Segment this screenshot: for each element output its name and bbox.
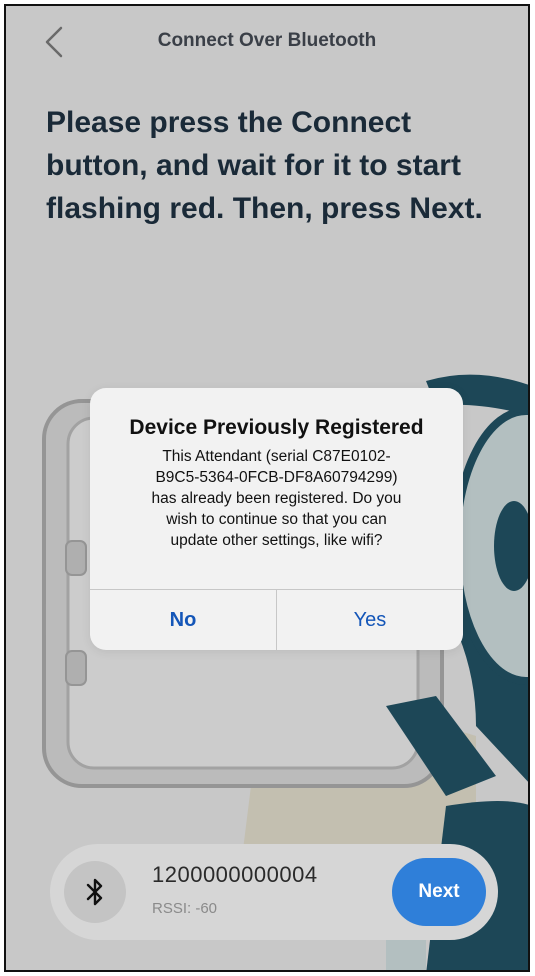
app-screen: Connect Over Bluetooth Please press the …: [4, 4, 530, 972]
dialog-actions: No Yes: [90, 589, 463, 650]
bluetooth-icon: [86, 878, 103, 906]
device-list-item[interactable]: 1200000000004 RSSI: -60 Next: [50, 844, 498, 940]
next-button[interactable]: Next: [392, 858, 486, 926]
page-title: Connect Over Bluetooth: [157, 30, 377, 51]
dialog-title: Device Previously Registered: [129, 416, 424, 439]
device-name: 1200000000004: [152, 862, 318, 887]
yes-button[interactable]: Yes: [277, 590, 463, 650]
instruction-text: Please press the Connect button, and wai…: [46, 106, 483, 225]
dialog-content: Device Previously Registered This Attend…: [90, 388, 463, 588]
dialog-message: This Attendant (serial C87E0102- B9C5-53…: [151, 448, 402, 549]
device-rssi: RSSI: -60: [152, 900, 218, 917]
device-registered-dialog: Device Previously Registered This Attend…: [90, 388, 463, 650]
bluetooth-icon-container: [64, 861, 126, 923]
no-button[interactable]: No: [90, 590, 277, 650]
navigation-bar: Connect Over Bluetooth: [6, 6, 528, 76]
